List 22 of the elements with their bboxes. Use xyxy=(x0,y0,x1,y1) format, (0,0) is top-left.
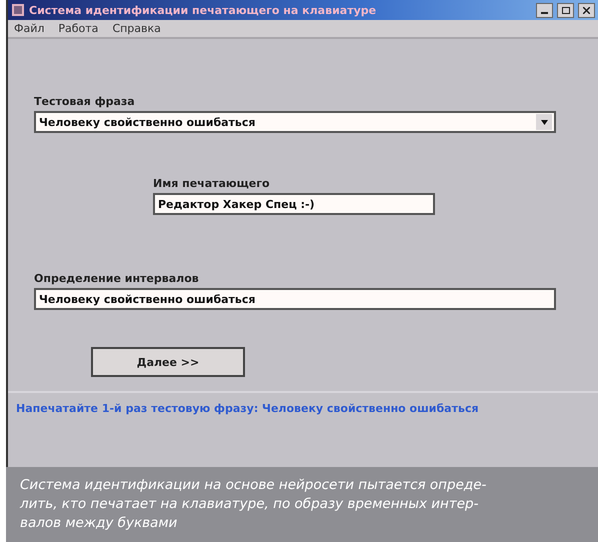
dropdown-arrow-icon xyxy=(540,120,548,124)
window-title: Система идентификации печатающего на клавиатуре xyxy=(29,4,378,16)
caption-line: лить, кто печатает на клавиатуре, по образу временных интер- xyxy=(20,495,480,514)
menu-item[interactable]: Справка xyxy=(112,22,161,35)
caption-line: валов между буквами xyxy=(20,514,178,533)
app-icon xyxy=(11,3,25,17)
name-input-field[interactable]: Редактор Хакер Спец :-) xyxy=(153,193,435,215)
field-label: Тестовая фраза xyxy=(34,95,136,108)
status-text: Напечатайте 1-й раз тестовую фразу: Человеку свойственно ошибаться xyxy=(16,402,479,415)
next-button[interactable]: Далее >> xyxy=(91,347,245,377)
maximize-button[interactable] xyxy=(557,2,574,18)
close-icon xyxy=(583,6,590,14)
phrase-dropdown[interactable]: Человеку свойственно ошибаться xyxy=(34,111,556,133)
minimize-button[interactable] xyxy=(536,2,553,18)
menu-item[interactable]: Файл xyxy=(14,22,44,35)
menu-item[interactable]: Работа xyxy=(58,22,98,35)
caption-line: Система идентификации на основе нейросети пытается опреде- xyxy=(20,476,488,495)
field-label: Определение интервалов xyxy=(34,272,200,285)
close-button[interactable] xyxy=(578,2,595,18)
intervals-input-field[interactable]: Человеку свойственно ошибаться xyxy=(34,288,556,310)
maximize-icon xyxy=(562,6,570,14)
field-label: Имя печатающего xyxy=(153,177,271,190)
